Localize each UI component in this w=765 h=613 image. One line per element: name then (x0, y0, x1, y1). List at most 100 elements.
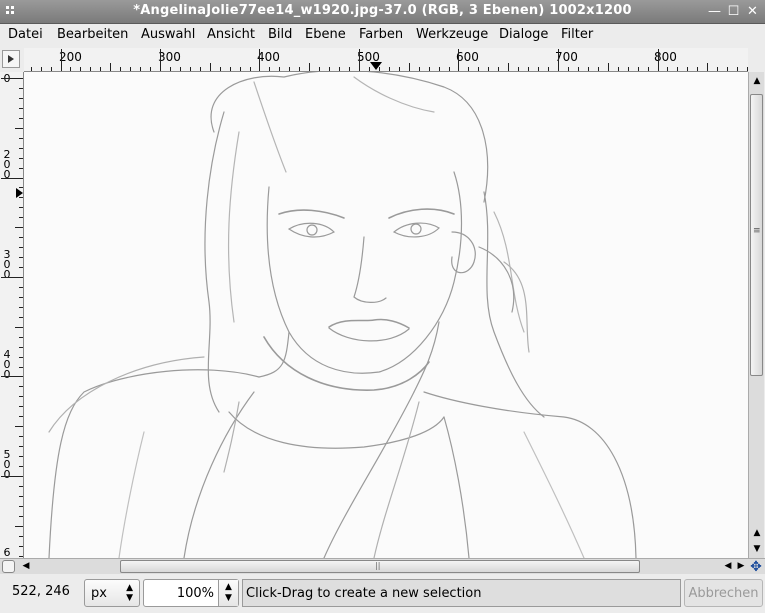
ruler-tick (667, 67, 668, 71)
menu-filter[interactable]: Filter (561, 27, 593, 42)
ruler-tick (19, 158, 23, 159)
horizontal-ruler[interactable]: 200 300 400 500 600 700 800 (24, 48, 748, 72)
ruler-tick (19, 217, 23, 218)
menu-dialoge[interactable]: Dialoge (499, 27, 548, 42)
ruler-tick (1, 476, 23, 477)
ruler-tick (19, 118, 23, 119)
vertical-scrollbar[interactable]: ▲ ▲ ▼ (748, 72, 764, 558)
ruler-tick (19, 148, 23, 149)
ruler-tick (648, 67, 649, 71)
ruler-tick (618, 67, 619, 71)
ruler-tick (1, 277, 23, 278)
ruler-tick (19, 416, 23, 417)
ruler-tick (19, 546, 23, 547)
ruler-label: 300 (158, 50, 181, 64)
ruler-tick (608, 63, 609, 71)
ruler-tick (1, 376, 23, 377)
ruler-tick (568, 67, 569, 71)
horizontal-scroll-thumb[interactable] (120, 560, 640, 573)
ruler-tick (548, 67, 549, 71)
ruler-tick (697, 67, 698, 71)
menu-bild[interactable]: Bild (268, 27, 292, 42)
ruler-tick (717, 67, 718, 71)
ruler-tick (19, 187, 23, 188)
image-canvas[interactable] (24, 72, 748, 558)
zoom-value: 100% (176, 586, 214, 601)
ruler-tick (309, 63, 310, 71)
ruler-tick (677, 67, 678, 71)
ruler-tick (558, 49, 559, 71)
window-title: *AngelinaJolie77ee14_w1920.jpg-37.0 (RGB… (133, 3, 632, 18)
ruler-tick (19, 307, 23, 308)
ruler-tick (170, 67, 171, 71)
ruler-tick (19, 466, 23, 467)
pointer-position-marker (370, 62, 382, 70)
ruler-tick (1, 178, 23, 179)
ruler-tick (259, 49, 260, 71)
ruler-tick (379, 67, 380, 71)
move-arrows-icon[interactable]: ✥ (748, 559, 764, 575)
menu-ebene[interactable]: Ebene (305, 27, 346, 42)
unit-select[interactable]: px ▲ ▼ (84, 579, 140, 607)
ruler-label-v: 6 (3, 546, 11, 558)
quick-mask-icon[interactable] (2, 50, 20, 68)
menu-farben[interactable]: Farben (359, 27, 403, 42)
ruler-tick (19, 516, 23, 517)
ruler-tick (707, 63, 708, 71)
horizontal-scrollbar[interactable]: ◀ ◀ ▶ ✥ (0, 558, 765, 575)
ruler-tick (419, 67, 420, 71)
ruler-tick (31, 67, 32, 71)
ruler-tick (538, 67, 539, 71)
ruler-tick (299, 67, 300, 71)
ruler-tick (19, 347, 23, 348)
ruler-tick (15, 526, 23, 527)
menu-datei[interactable]: Datei (8, 27, 43, 42)
ruler-tick (687, 67, 688, 71)
ruler-tick (279, 67, 280, 71)
ruler-tick (80, 67, 81, 71)
scroll-right-icon[interactable]: ▶ (735, 560, 747, 573)
ruler-tick (508, 63, 509, 71)
ruler-tick (19, 446, 23, 447)
menu-auswahl[interactable]: Auswahl (141, 27, 195, 42)
ruler-tick (210, 63, 211, 71)
ruler-tick (19, 197, 23, 198)
minimize-button[interactable]: — (707, 4, 722, 19)
ruler-tick (409, 63, 410, 71)
ruler-label: 400 (257, 50, 280, 64)
ruler-tick (100, 67, 101, 71)
scroll-down-icon[interactable]: ▼ (750, 542, 764, 556)
ruler-tick (230, 67, 231, 71)
ruler-tick (51, 67, 52, 71)
vertical-ruler[interactable]: 0 200 300 400 500 6 (0, 72, 24, 558)
cancel-button[interactable]: Abbrechen (684, 579, 763, 607)
zoom-select[interactable]: 100% ▲ ▼ (143, 579, 239, 607)
ruler-tick (19, 536, 23, 537)
maximize-button[interactable]: ☐ (726, 4, 741, 19)
ruler-tick (19, 247, 23, 248)
updown-arrows-icon[interactable]: ▲ ▼ (218, 580, 238, 606)
ruler-tick (150, 67, 151, 71)
navigate-icon[interactable] (2, 560, 15, 573)
scroll-left-icon[interactable]: ◀ (20, 560, 32, 573)
menu-bearbeiten[interactable]: Bearbeiten (57, 27, 128, 42)
ruler-tick (329, 67, 330, 71)
ruler-tick (458, 49, 459, 71)
vertical-scroll-thumb[interactable] (750, 94, 763, 376)
scroll-left-icon[interactable]: ◀ (722, 560, 734, 573)
ruler-tick (250, 67, 251, 71)
ruler-tick (339, 67, 340, 71)
ruler-tick (598, 67, 599, 71)
ruler-tick (19, 98, 23, 99)
ruler-tick (289, 67, 290, 71)
scroll-up-icon[interactable]: ▲ (750, 74, 764, 88)
ruler-tick (439, 67, 440, 71)
scroll-up-icon[interactable]: ▲ (750, 526, 764, 540)
ruler-tick (15, 128, 23, 129)
ruler-tick (468, 67, 469, 71)
menu-ansicht[interactable]: Ansicht (207, 27, 255, 42)
close-button[interactable]: ✕ (745, 4, 760, 19)
menu-werkzeuge[interactable]: Werkzeuge (416, 27, 488, 42)
ruler-tick (19, 297, 23, 298)
status-message: Click-Drag to create a new selection (242, 579, 681, 607)
